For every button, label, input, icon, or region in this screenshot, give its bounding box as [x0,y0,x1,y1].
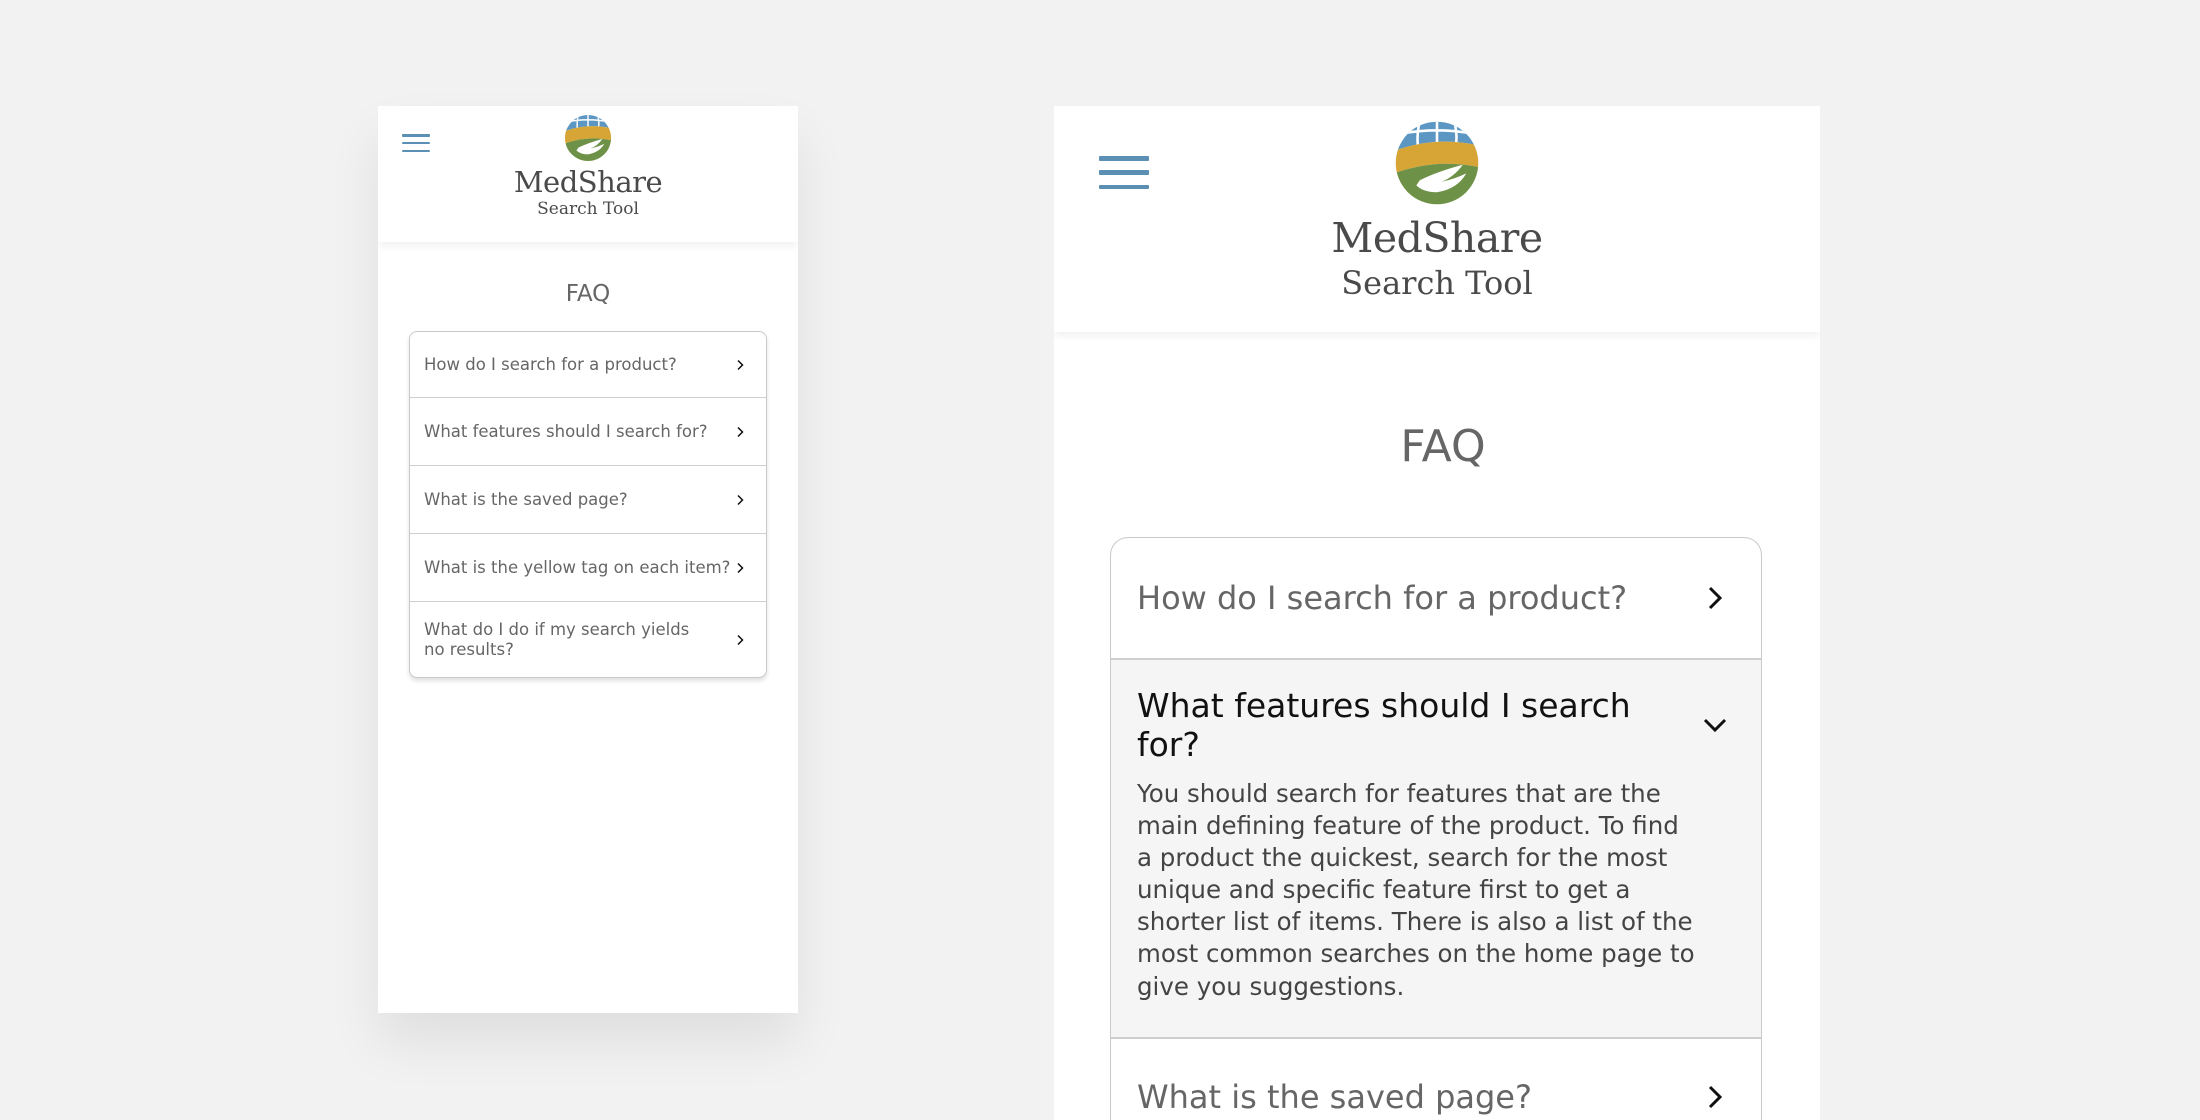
faq-item-yellow-tag[interactable]: What is the yellow tag on each item? [410,533,766,601]
mobile-preview-collapsed: MedShare Search Tool FAQ How do I search… [378,106,798,1013]
globe-hand-logo-icon [1395,121,1479,205]
chevron-right-icon [737,359,744,370]
faq-item-search-product[interactable]: How do I search for a product? [410,332,766,397]
brand-subtitle: Search Tool [1341,264,1533,302]
chevron-right-icon [737,634,744,645]
faq-question: What features should I search for? [424,421,708,441]
faq-accordion: How do I search for a product? What feat… [1110,537,1762,1120]
app-header: MedShare Search Tool [378,106,798,242]
brand-name: MedShare [513,165,663,199]
faq-accordion: How do I search for a product? What feat… [409,331,767,678]
chevron-right-icon [737,562,744,573]
faq-question: What is the saved page? [424,489,628,509]
app-header: MedShare Search Tool [1054,106,1820,332]
faq-item-features-expanded: What features should I search for? You s… [1111,658,1761,1037]
faq-item-features[interactable]: What features should I search for? [1137,660,1735,790]
faq-item-no-results[interactable]: What do I do if my search yields no resu… [410,601,766,677]
faq-question: What do I do if my search yields no resu… [424,620,690,659]
chevron-right-icon [737,426,744,437]
faq-question: What features should I search for? [1137,686,1631,764]
faq-item-features[interactable]: What features should I search for? [410,397,766,465]
faq-question: How do I search for a product? [1137,579,1628,617]
globe-hand-logo-icon [564,114,612,162]
faq-question: What is the saved page? [1137,1077,1532,1116]
faq-item-saved-page[interactable]: What is the saved page? [410,465,766,533]
page-title: FAQ [565,281,611,307]
faq-question: What is the yellow tag on each item? [424,557,731,577]
chevron-right-icon [737,494,744,505]
brand-subtitle: Search Tool [537,199,639,219]
brand-name: MedShare [1331,214,1543,262]
brand-logo[interactable]: MedShare Search Tool [378,114,798,218]
faq-question: How do I search for a product? [424,354,677,374]
faq-item-search-product[interactable]: How do I search for a product? [1111,538,1761,658]
faq-item-saved-page[interactable]: What is the saved page? [1111,1036,1761,1120]
mobile-preview-expanded: MedShare Search Tool FAQ How do I search… [1054,106,1820,1120]
chevron-down-icon [1703,718,1727,733]
chevron-right-icon [1708,586,1723,610]
faq-answer: You should search for features that are … [1137,779,1695,1001]
brand-logo[interactable]: MedShare Search Tool [1054,120,1820,299]
page-title: FAQ [1400,421,1486,472]
chevron-right-icon [1708,1085,1723,1108]
